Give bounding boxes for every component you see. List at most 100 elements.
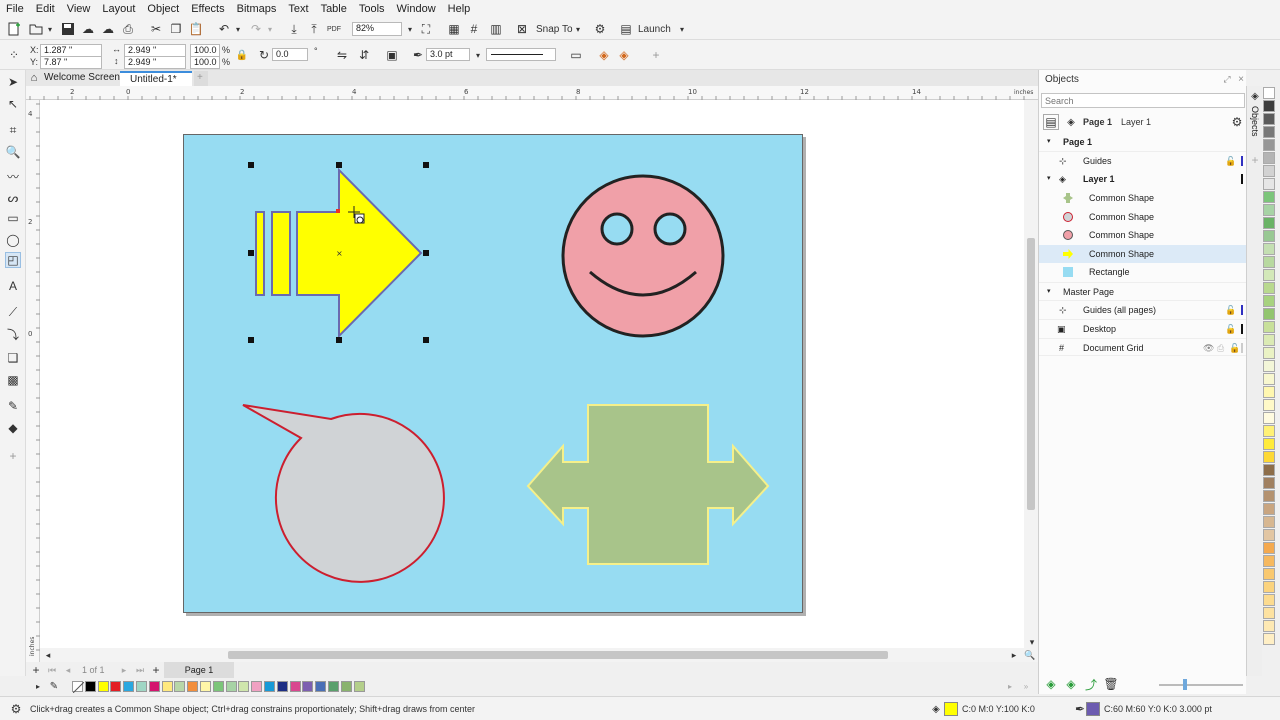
- palette-swatch[interactable]: [1263, 386, 1275, 398]
- palette-swatch[interactable]: [1263, 334, 1275, 346]
- lock-icon[interactable]: 🔓: [1225, 152, 1236, 170]
- new-master-layer-icon[interactable]: ◈: [1063, 676, 1079, 692]
- tree-row-shape-smiley[interactable]: Common Shape: [1039, 226, 1247, 244]
- print-disabled-icon[interactable]: ⎙: [1217, 339, 1224, 357]
- tree-row-shape-bubble[interactable]: Common Shape: [1039, 208, 1247, 226]
- tree-row-rectangle[interactable]: Rectangle: [1039, 263, 1247, 281]
- palette-swatch[interactable]: [1263, 230, 1275, 242]
- palette-swatch[interactable]: [315, 681, 327, 692]
- move-to-layer-icon[interactable]: ⤴: [1083, 676, 1099, 692]
- fill-bucket-icon[interactable]: ◈: [928, 701, 944, 717]
- cross-arrow-shape[interactable]: [526, 404, 770, 565]
- palette-swatch[interactable]: [84, 681, 96, 692]
- palette-swatch[interactable]: [1263, 282, 1275, 294]
- palette-swatch[interactable]: [302, 681, 314, 692]
- objects-tab-label[interactable]: Objects: [1250, 106, 1260, 137]
- tree-row-master-page[interactable]: ▾ Master Page: [1039, 282, 1247, 300]
- palette-swatch[interactable]: [1263, 594, 1275, 606]
- scroll-right-icon[interactable]: ▸: [1006, 647, 1022, 663]
- palette-swatch[interactable]: [1263, 503, 1275, 515]
- palette-swatch[interactable]: [1263, 620, 1275, 632]
- eyedropper-icon[interactable]: ✎: [46, 678, 62, 694]
- add-page-after-icon[interactable]: +: [148, 662, 164, 678]
- previous-page-icon[interactable]: ◂: [60, 662, 76, 678]
- vertical-scroll-thumb[interactable]: [1027, 238, 1035, 510]
- palette-swatch[interactable]: [1263, 126, 1275, 138]
- status-settings-icon[interactable]: ⚙: [8, 701, 24, 717]
- palette-swatch[interactable]: [340, 681, 352, 692]
- docker-zoom-slider[interactable]: [1159, 679, 1243, 690]
- palette-swatch[interactable]: [238, 681, 250, 692]
- palette-swatch[interactable]: [1263, 100, 1275, 112]
- breadcrumb-page[interactable]: Page 1: [1083, 117, 1112, 127]
- palette-swatch[interactable]: [1263, 87, 1275, 99]
- tree-row-desktop[interactable]: ▣ Desktop 🔓: [1039, 319, 1247, 337]
- visibility-eye-icon[interactable]: 👁: [1203, 339, 1214, 357]
- palette-swatch[interactable]: [1263, 295, 1275, 307]
- palette-swatch[interactable]: [1263, 139, 1275, 151]
- palette-swatch[interactable]: [1263, 607, 1275, 619]
- tree-row-layer1[interactable]: ▾ ◈ Layer 1: [1039, 170, 1247, 188]
- palette-swatch[interactable]: [200, 681, 211, 692]
- palette-swatch[interactable]: [123, 681, 135, 692]
- palette-swatch[interactable]: [1263, 191, 1275, 203]
- scroll-left-icon[interactable]: ◂: [40, 647, 56, 663]
- palette-swatch[interactable]: [212, 681, 224, 692]
- last-page-icon[interactable]: ⏭: [132, 662, 148, 678]
- palette-swatch[interactable]: [1263, 360, 1275, 372]
- palette-swatch[interactable]: [187, 681, 199, 692]
- palette-swatch[interactable]: [1263, 165, 1275, 177]
- docker-settings-gear-icon[interactable]: ⚙: [1229, 114, 1245, 130]
- palette-swatch[interactable]: [353, 681, 365, 692]
- palette-swatch[interactable]: [1263, 633, 1275, 645]
- tree-row-guides[interactable]: ⊹ Guides 🔓: [1039, 151, 1247, 169]
- palette-scroll-left-icon[interactable]: ▸: [30, 678, 46, 694]
- objects-search-input[interactable]: [1041, 93, 1245, 108]
- palette-swatch[interactable]: [1263, 477, 1275, 489]
- palette-swatch[interactable]: [97, 681, 109, 692]
- palette-swatch[interactable]: [1263, 204, 1275, 216]
- palette-swatch[interactable]: [251, 681, 263, 692]
- palette-swatch[interactable]: [1263, 490, 1275, 502]
- palette-swatch[interactable]: [1263, 568, 1275, 580]
- smiley-shape[interactable]: [561, 174, 725, 338]
- horizontal-scrollbar[interactable]: ◂ ▸ 🔍: [40, 648, 1038, 662]
- palette-swatch[interactable]: [136, 681, 147, 692]
- palette-swatch[interactable]: [1263, 555, 1275, 567]
- new-layer-icon[interactable]: ◈: [1043, 676, 1059, 692]
- palette-swatch[interactable]: [174, 681, 186, 692]
- page-tab[interactable]: Page 1: [164, 662, 234, 678]
- first-page-icon[interactable]: ⏮: [44, 662, 60, 678]
- lock-icon[interactable]: 🔓: [1229, 339, 1240, 357]
- tree-row-shape-arrow[interactable]: Common Shape: [1039, 245, 1247, 263]
- add-docker-icon[interactable]: +: [1247, 152, 1263, 168]
- fill-color-swatch[interactable]: [944, 702, 958, 716]
- palette-swatch[interactable]: [1263, 516, 1275, 528]
- palette-swatch[interactable]: [1263, 217, 1275, 229]
- palette-scroll-right-icon[interactable]: ▸: [1002, 678, 1018, 694]
- palette-swatch[interactable]: [1263, 178, 1275, 190]
- palette-swatch[interactable]: [1263, 373, 1275, 385]
- tree-row-document-grid[interactable]: # Document Grid 👁 ⎙ 🔓: [1039, 338, 1247, 356]
- delete-icon[interactable]: 🗑: [1103, 676, 1119, 692]
- palette-swatch[interactable]: [1263, 581, 1275, 593]
- palette-swatch[interactable]: [1263, 243, 1275, 255]
- vertical-scrollbar[interactable]: ▾: [1024, 100, 1038, 648]
- breadcrumb-layer[interactable]: Layer 1: [1121, 117, 1151, 127]
- palette-swatch[interactable]: [1263, 542, 1275, 554]
- add-page-before-icon[interactable]: +: [28, 662, 44, 678]
- palette-expand-icon[interactable]: »: [1018, 678, 1034, 694]
- palette-swatch[interactable]: [110, 681, 122, 692]
- docker-close-icon[interactable]: ×: [1233, 71, 1249, 87]
- collapse-icon[interactable]: ▾: [1047, 133, 1051, 151]
- palette-swatch[interactable]: [1263, 347, 1275, 359]
- palette-swatch[interactable]: [148, 681, 160, 692]
- horizontal-scroll-thumb[interactable]: [228, 651, 888, 659]
- palette-swatch[interactable]: [225, 681, 237, 692]
- palette-swatch[interactable]: [1263, 464, 1275, 476]
- outline-color-swatch[interactable]: [1086, 702, 1100, 716]
- palette-swatch[interactable]: [1263, 113, 1275, 125]
- lock-icon[interactable]: 🔓: [1225, 320, 1236, 338]
- palette-swatch[interactable]: [1263, 269, 1275, 281]
- palette-swatch[interactable]: [1263, 451, 1275, 463]
